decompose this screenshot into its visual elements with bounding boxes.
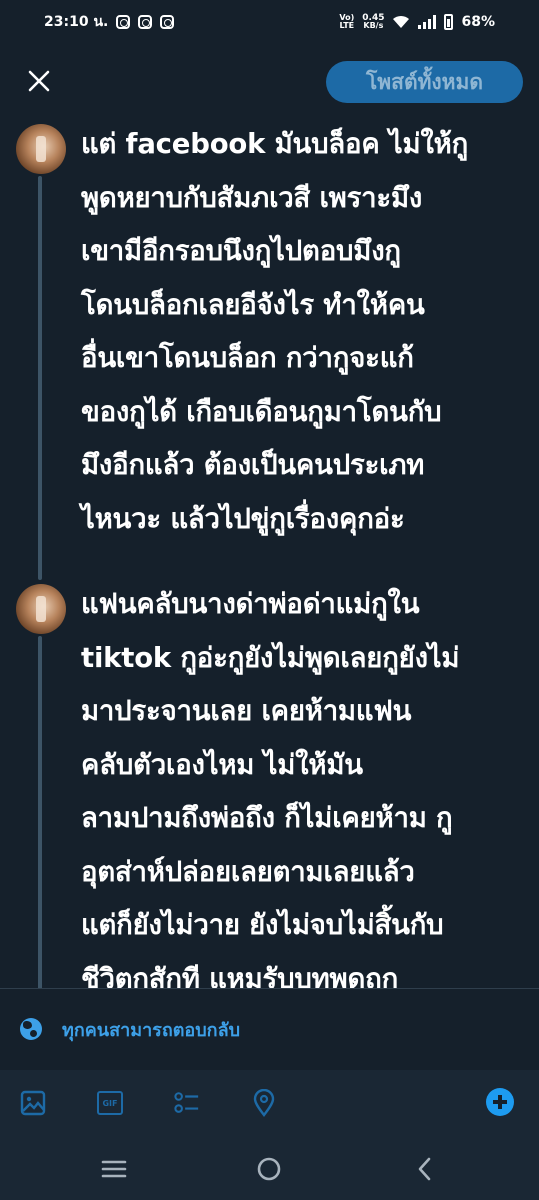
divider — [0, 988, 539, 989]
add-post-button[interactable] — [486, 1088, 514, 1116]
close-icon — [28, 70, 50, 92]
battery-percent: 68% — [461, 14, 495, 30]
thread-connector-line — [38, 636, 42, 988]
system-navigation-bar — [0, 1136, 539, 1200]
location-button[interactable] — [251, 1089, 277, 1117]
battery-icon — [444, 14, 454, 30]
instagram-notification-icon — [116, 15, 131, 29]
recent-apps-button[interactable] — [97, 1154, 131, 1184]
volte-indicator: Vo) LTE — [339, 13, 355, 30]
post-all-button[interactable]: โพสต์ทั้งหมด — [326, 61, 523, 103]
reply-setting-label: ทุกคนสามารถตอบกลับ — [62, 1019, 241, 1041]
reply-setting-button[interactable]: ทุกคนสามารถตอบกลับ — [20, 1012, 240, 1046]
status-left: 23:10 น. — [44, 11, 175, 33]
home-icon — [257, 1157, 281, 1181]
home-button[interactable] — [252, 1154, 286, 1184]
gif-icon: GIF — [97, 1091, 123, 1115]
poll-icon — [174, 1092, 199, 1113]
network-speed: 0.45 KB/s — [362, 13, 385, 30]
avatar — [16, 124, 66, 174]
instagram-notification-icon — [160, 15, 175, 29]
image-button[interactable] — [20, 1090, 46, 1116]
compose-toolbar: GIF — [0, 1070, 539, 1136]
thread-connector-line — [38, 176, 42, 580]
back-button[interactable] — [407, 1154, 441, 1184]
recent-apps-icon — [101, 1160, 127, 1178]
image-icon — [20, 1090, 46, 1116]
avatar — [16, 584, 66, 634]
clock: 23:10 น. — [44, 14, 109, 30]
gif-button[interactable]: GIF — [97, 1090, 123, 1116]
back-icon — [418, 1157, 431, 1181]
thread-composer: แต่ facebook มันบล็อค ไม่ให้กู พูดหยาบกั… — [0, 118, 539, 988]
compose-header: โพสต์ทั้งหมด — [0, 56, 539, 108]
close-button[interactable] — [22, 64, 56, 98]
location-icon — [253, 1089, 275, 1117]
signal-icon — [418, 15, 437, 29]
thread-post-text-1[interactable]: แต่ facebook มันบล็อค ไม่ให้กู พูดหยาบกั… — [81, 118, 526, 546]
status-bar: 23:10 น. Vo) LTE 0.45 KB/s 68% — [0, 0, 539, 44]
add-post-icon — [493, 1095, 507, 1109]
thread-post-text-2[interactable]: แฟนคลับนางด่าพ่อด่าแม่กูใน tiktok กูอ่ะก… — [81, 578, 526, 988]
wifi-icon — [393, 15, 410, 28]
instagram-notification-icon — [138, 15, 153, 29]
status-right: Vo) LTE 0.45 KB/s 68% — [339, 14, 495, 30]
globe-icon — [20, 1018, 42, 1040]
poll-button[interactable] — [174, 1090, 200, 1116]
